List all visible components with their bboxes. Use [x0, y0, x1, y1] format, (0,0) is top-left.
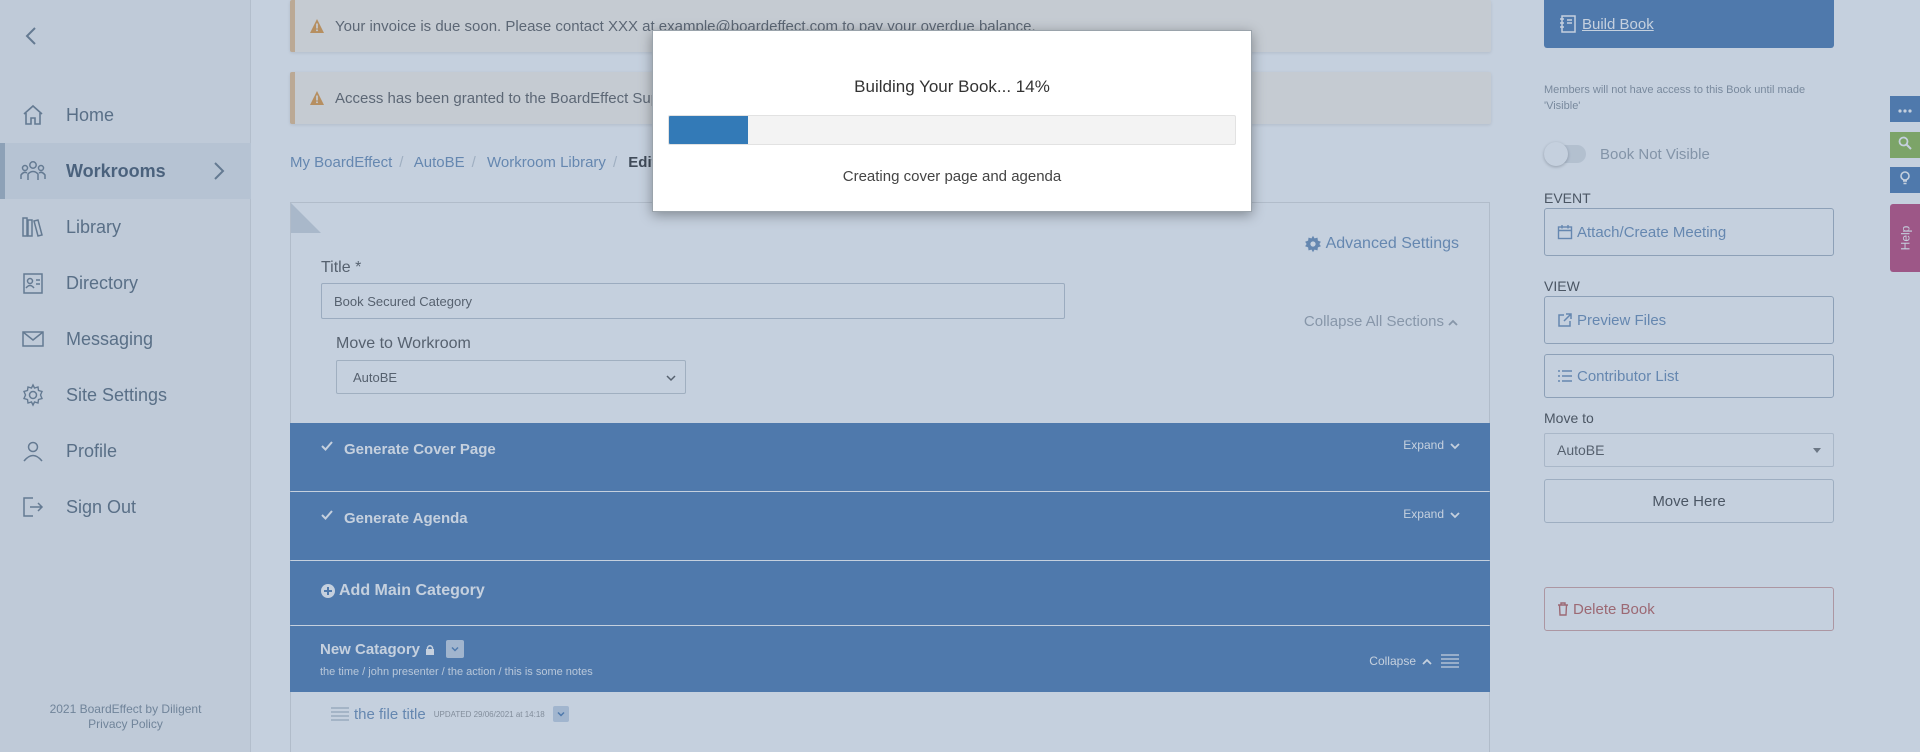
modal-title: Building Your Book... 14%	[854, 77, 1050, 96]
progress-fill	[669, 116, 749, 144]
building-book-modal: Building Your Book... 14% Creating cover…	[652, 30, 1252, 212]
progress-bar	[668, 115, 1236, 145]
modal-status: Creating cover page and agenda	[842, 168, 1062, 185]
